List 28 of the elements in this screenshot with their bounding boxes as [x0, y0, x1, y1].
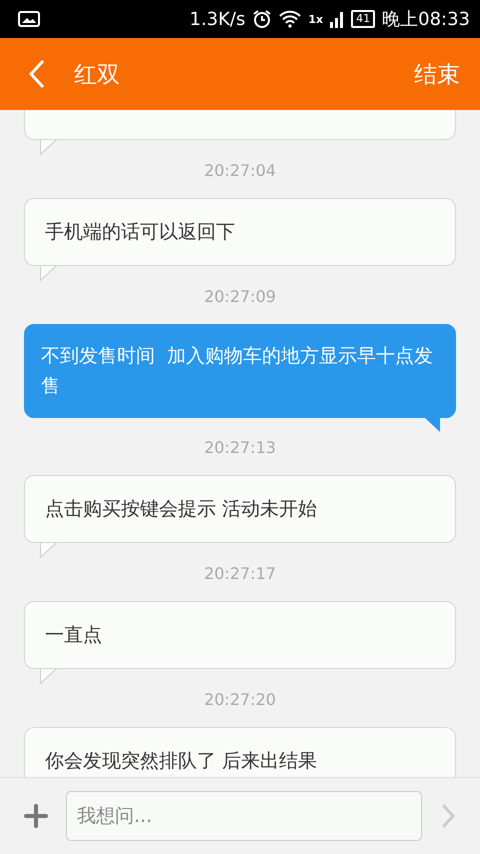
- message-bubble: 一直点: [24, 601, 456, 669]
- battery-level: 41: [351, 10, 376, 28]
- image-icon: [18, 11, 40, 27]
- bubble-tail: [40, 139, 58, 155]
- bubble-tail: [40, 265, 58, 281]
- message-input[interactable]: 我想问...: [66, 791, 422, 841]
- alarm-icon: [252, 9, 272, 29]
- message-bubble: 你会发现突然排队了 后来出结果: [24, 727, 456, 777]
- plus-icon[interactable]: [24, 804, 48, 828]
- end-button[interactable]: 结束: [410, 54, 464, 94]
- network-speed: 1.3K/s: [190, 8, 246, 30]
- bubble-tail: [424, 417, 440, 432]
- bubble-tail: [40, 542, 58, 558]
- network-type: 1x: [308, 12, 324, 26]
- wifi-icon: [279, 10, 302, 28]
- timestamp: 20:27:20: [203, 690, 277, 709]
- clock: 晚上08:33: [382, 8, 470, 31]
- bubble-tail: [40, 668, 58, 684]
- signal-icon: [330, 10, 344, 28]
- timestamp: 20:27:17: [203, 564, 277, 583]
- message-bubble: 点击购买按键会提示 活动未开始: [24, 475, 456, 543]
- message-bubble: 手机端的话可以返回下: [24, 198, 456, 266]
- timestamp: 20:27:04: [203, 161, 277, 180]
- chat-title: 红双: [74, 60, 121, 90]
- back-icon[interactable]: [28, 59, 46, 89]
- timestamp: 20:27:09: [203, 287, 277, 306]
- timestamp: 20:27:13: [203, 438, 277, 457]
- message-bubble: 不到发售时间 加入购物车的地方显示早十点发售: [24, 324, 456, 418]
